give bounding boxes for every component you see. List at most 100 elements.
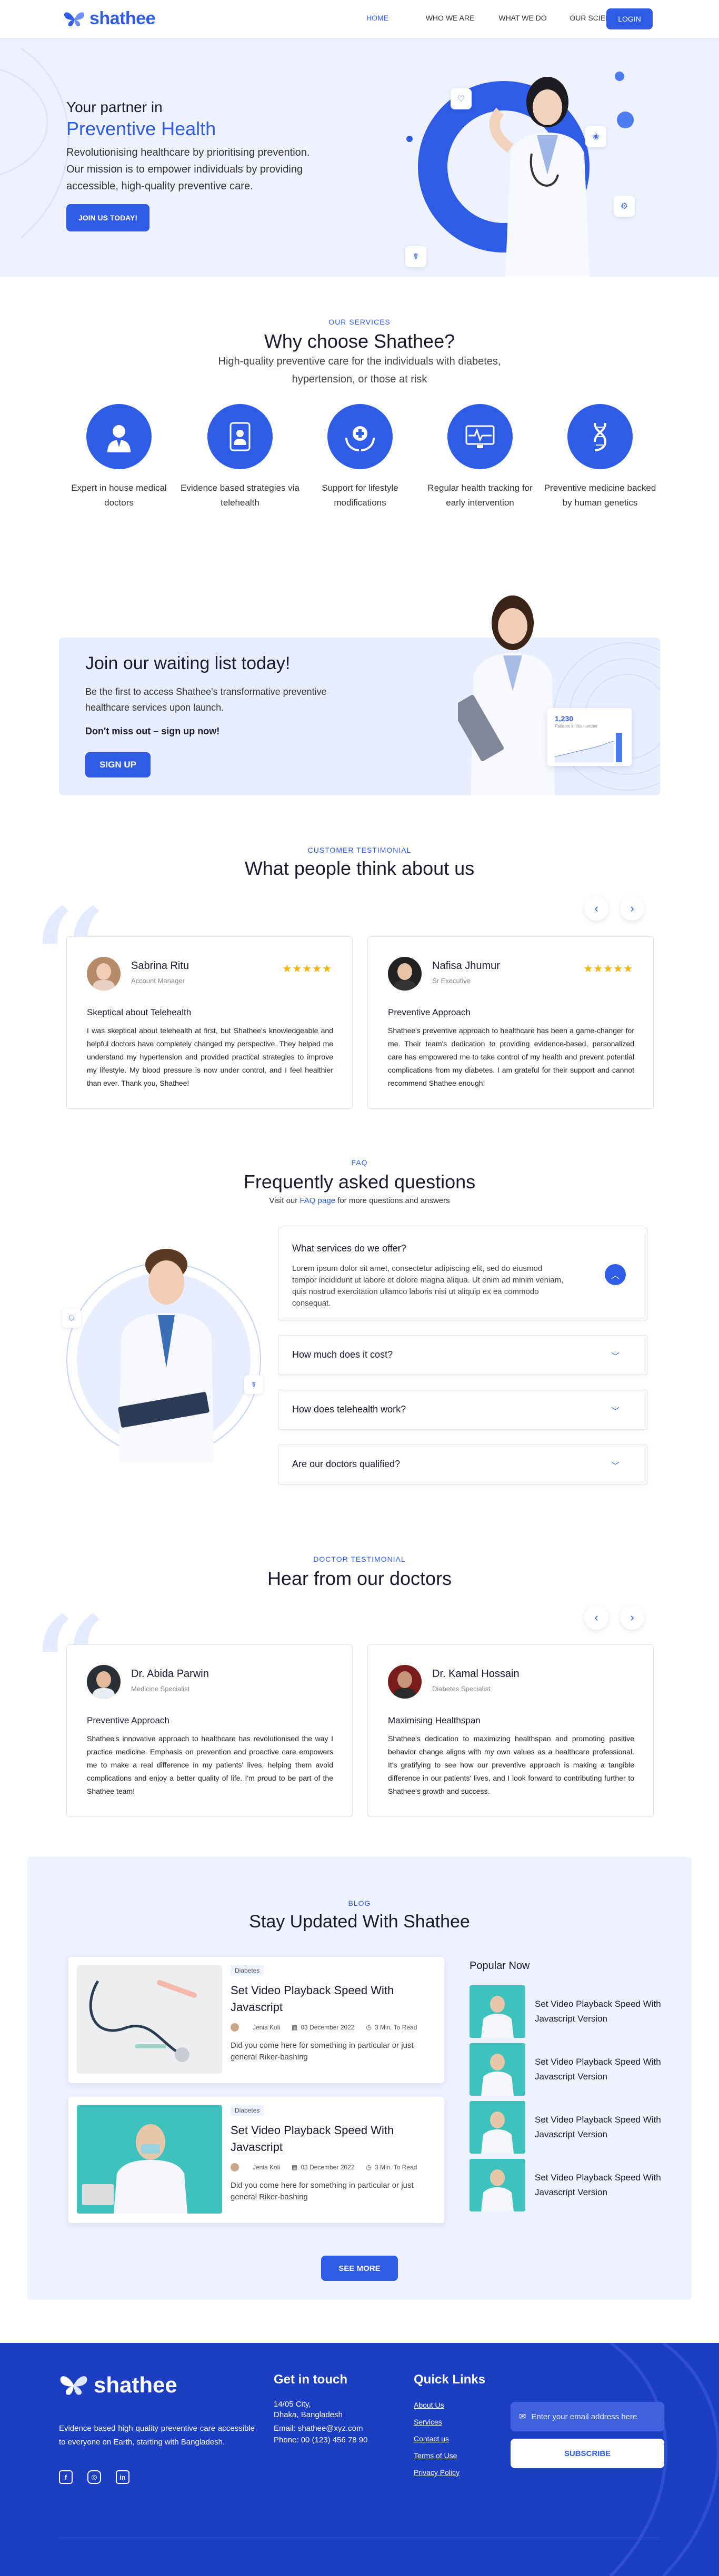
prev-arrow-button[interactable]: ‹ [584,1605,608,1630]
feature-card: Support for lifestyle modifications [299,404,421,510]
popular-title-text[interactable]: Set Video Playback Speed With Javascript… [535,2113,661,2142]
doctor-testimonial-title: Hear from our doctors [267,1568,452,1589]
subscribe-button[interactable]: SUBSCRIBE [511,2439,664,2468]
shield-badge: ⛉ [62,1309,81,1328]
chevron-down-icon[interactable]: ﹀ [605,1345,626,1366]
faq-item[interactable]: How much does it cost? ﹀ [278,1335,647,1375]
decor-dot [615,72,624,81]
faq-item[interactable]: Are our doctors qualified? ﹀ [278,1444,647,1484]
popular-title-text[interactable]: Set Video Playback Speed With Javascript… [535,2170,661,2200]
reviewer-role: Account Manager [131,977,185,985]
care-hands-icon [327,404,393,469]
nav-what-we-do[interactable]: WHAT WE DO [486,14,559,22]
faq-visit-prefix: Visit our [269,1196,300,1205]
brand-name: shathee [89,8,156,28]
reviewer-name: Nafisa Jhumur [432,960,500,972]
faq-item[interactable]: What services do we offer? Lorem ipsum d… [278,1228,647,1320]
nav-who-we-are[interactable]: WHO WE ARE [414,14,486,22]
popular-thumbnail [470,2043,525,2096]
blog-tag[interactable]: Diabetes [231,2105,264,2116]
feature-card: Preventive medicine backed by human gene… [539,404,661,510]
blog-title[interactable]: Set Video Playback Speed With Javascript [231,1982,420,2016]
blog-title[interactable]: Set Video Playback Speed With Javascript [231,2122,420,2156]
popular-title-text[interactable]: Set Video Playback Speed With Javascript… [535,1997,661,2026]
chevron-up-icon[interactable]: ︿ [605,1264,626,1285]
hero-tagline: Your partner in [66,99,163,115]
chevron-down-icon[interactable]: ﹀ [605,1454,626,1476]
popular-item[interactable]: Set Video Playback Speed With Javascript… [470,2043,670,2096]
popular-item[interactable]: Set Video Playback Speed With Javascript… [470,2159,670,2211]
footer-link-contact[interactable]: Contact us [414,2434,449,2443]
review-text: I was skeptical about telehealth at firs… [87,1026,333,1087]
footer-logo[interactable]: shathee [59,2372,177,2398]
footer-link-services[interactable]: Services [414,2418,442,2426]
footer-link-about[interactable]: About Us [414,2401,444,2409]
feature-card: Evidence based strategies via telehealth [179,404,301,510]
popular-item[interactable]: Set Video Playback Speed With Javascript… [470,1985,670,2038]
faq-question[interactable]: How much does it cost? [292,1349,393,1360]
sign-up-button[interactable]: SIGN UP [85,752,151,777]
faq-question[interactable]: Are our doctors qualified? [292,1459,400,1470]
blog-card[interactable]: Diabetes Set Video Playback Speed With J… [68,1957,444,2083]
dna-icon [567,404,633,469]
doctor-icon [86,404,152,469]
blog-tag[interactable]: Diabetes [231,1965,264,1976]
contact-phone[interactable]: Phone: 00 (123) 456 78 90 [274,2433,367,2447]
stethoscope-badge: ☤ [244,1375,263,1394]
newsletter-input[interactable]: ✉ [511,2402,664,2431]
linkedin-icon[interactable]: in [116,2470,129,2484]
calendar-icon: ▦ [292,2024,298,2031]
popular-title-text[interactable]: Set Video Playback Speed With Javascript… [535,2055,661,2084]
see-more-button[interactable]: SEE MORE [321,2256,398,2281]
contact-title: Get in touch [274,2372,347,2387]
doctor-testimonial-card: Dr. Abida Parwin Medicine Specialist Pre… [66,1644,353,1817]
telehealth-icon [207,404,273,469]
doctor-role: Diabetes Specialist [432,1685,491,1693]
faq-item[interactable]: How does telehealth work? ﹀ [278,1390,647,1430]
main-nav: HOME WHO WE ARE WHAT WE DO OUR SCIENCE [341,14,632,22]
blog-date: 03 December 2022 [301,2024,355,2031]
next-arrow-button[interactable]: › [620,1605,644,1630]
facebook-icon[interactable]: f [59,2470,73,2484]
footer-link-privacy[interactable]: Privacy Policy [414,2468,460,2477]
next-arrow-button[interactable]: › [620,896,644,921]
blog-author: Jenia Koli [253,2024,281,2031]
email-field[interactable] [531,2412,653,2421]
blog-date: 03 December 2022 [301,2164,355,2171]
doctor-woman-illustration [490,77,590,277]
instagram-icon[interactable]: ◎ [87,2470,101,2484]
faq-question[interactable]: What services do we offer? [292,1243,406,1254]
popular-thumbnail [470,1985,525,2038]
prev-arrow-button[interactable]: ‹ [584,896,608,921]
login-button[interactable]: LOGIN [606,8,653,29]
faq-question[interactable]: How does telehealth work? [292,1404,406,1415]
stat-value: 1,230 [555,714,574,723]
blog-section: BLOG Stay Updated With Shathee Diabetes … [27,1857,692,2300]
faq-title: Frequently asked questions [243,1171,476,1193]
doctor-name: Dr. Kamal Hossain [432,1668,520,1680]
clock-icon: ◷ [366,2024,372,2031]
feature-label: Evidence based strategies via telehealth [181,483,299,508]
doctor-role: Medicine Specialist [131,1685,190,1693]
feature-card: Expert in house medical doctors [58,404,180,510]
doctor-with-book-illustration [118,1249,214,1462]
doctor-testimonial-card: Dr. Kamal Hossain Diabetes Specialist Ma… [367,1644,654,1817]
reviewer-name: Sabrina Ritu [131,960,189,972]
blog-meta: Jenia Koli ▦ 03 December 2022 ◷ 3 Min. T… [231,2023,417,2032]
hero-description: Revolutionising healthcare by prioritisi… [66,147,310,192]
blog-excerpt: Did you come here for something in parti… [231,2181,414,2201]
customer-testimonial-title: What people think about us [244,857,475,879]
popular-item[interactable]: Set Video Playback Speed With Javascript… [470,2101,670,2154]
nav-home[interactable]: HOME [341,14,414,22]
popular-title: Popular Now [470,1960,530,1972]
decor-dot [406,136,413,142]
brand-logo[interactable]: shathee [63,8,156,29]
blog-card[interactable]: Diabetes Set Video Playback Speed With J… [68,2097,444,2223]
join-us-button[interactable]: JOIN US TODAY! [66,204,149,231]
chevron-down-icon[interactable]: ﹀ [605,1400,626,1421]
blog-image [77,1965,222,2074]
faq-page-link[interactable]: FAQ page [299,1196,335,1205]
doctor-text: Shathee's innovative approach to healthc… [87,1734,333,1795]
quick-links-title: Quick Links [414,2372,486,2387]
footer-link-terms[interactable]: Terms of Use [414,2451,457,2460]
